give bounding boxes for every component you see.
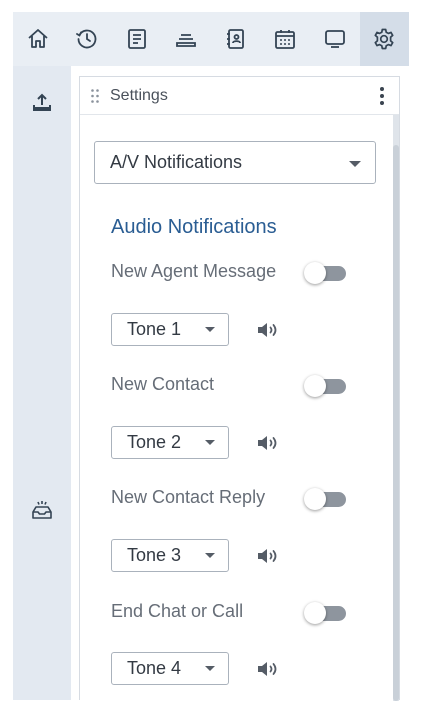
calendar-button[interactable] — [261, 12, 311, 66]
chevron-down-icon — [205, 440, 215, 445]
new-agent-message-toggle[interactable] — [304, 262, 346, 284]
document-icon — [127, 29, 146, 49]
left-rail — [13, 66, 71, 700]
tone-dropdown-value: Tone 1 — [127, 319, 182, 339]
panel-title: Settings — [110, 86, 168, 104]
upload-button[interactable] — [13, 82, 71, 122]
queue-button[interactable] — [162, 12, 212, 66]
play-tone-button[interactable] — [255, 317, 281, 343]
chevron-down-icon — [205, 327, 215, 332]
play-tone-button[interactable] — [255, 543, 281, 569]
history-icon — [76, 29, 97, 49]
contacts-button[interactable] — [211, 12, 261, 66]
tone-dropdown-value: Tone 3 — [127, 545, 182, 565]
category-dropdown-value: A/V Notifications — [110, 152, 243, 172]
tone-dropdown-value: Tone 2 — [127, 432, 182, 452]
calendar-icon — [275, 30, 296, 49]
history-button[interactable] — [63, 12, 113, 66]
speaker-icon — [258, 323, 277, 337]
speaker-icon — [258, 549, 277, 563]
more-options-icon[interactable] — [375, 85, 389, 107]
inbox-button[interactable] — [13, 490, 71, 530]
end-chat-or-call-tone-dropdown[interactable]: Tone 4 — [111, 652, 229, 685]
play-tone-button[interactable] — [255, 430, 281, 456]
settings-button[interactable] — [359, 12, 409, 66]
section-title: Audio Notifications — [111, 216, 277, 238]
new-agent-message-tone-dropdown[interactable]: Tone 1 — [111, 313, 229, 346]
new-contact-reply-tone-dropdown[interactable]: Tone 3 — [111, 539, 229, 572]
inbox-tray-icon — [176, 34, 197, 47]
settings-panel: Settings A/V Notifications Audio Notific… — [79, 76, 400, 701]
inbox-icon — [32, 501, 52, 519]
home-icon — [28, 29, 48, 48]
speaker-icon — [258, 436, 277, 450]
scrollbar-thumb[interactable] — [393, 145, 399, 701]
speaker-icon — [258, 662, 277, 676]
chevron-down-icon — [349, 161, 361, 167]
category-dropdown[interactable]: A/V Notifications — [94, 141, 376, 184]
tone-dropdown-value: Tone 4 — [127, 658, 182, 678]
notification-label: End Chat or Call — [111, 601, 244, 621]
home-button[interactable] — [13, 12, 63, 66]
upload-icon — [33, 93, 51, 111]
drag-handle-icon[interactable] — [80, 88, 110, 104]
panel-scrollbar[interactable] — [393, 115, 399, 701]
top-toolbar — [13, 12, 409, 66]
document-button[interactable] — [112, 12, 162, 66]
gear-icon — [374, 28, 394, 50]
notification-label: New Agent Message — [111, 261, 277, 281]
play-tone-button[interactable] — [255, 656, 281, 682]
notification-label: New Contact Reply — [111, 487, 266, 507]
new-contact-tone-dropdown[interactable]: Tone 2 — [111, 426, 229, 459]
chevron-down-icon — [205, 553, 215, 558]
panel-header: Settings — [80, 77, 399, 115]
address-book-icon — [226, 29, 244, 49]
new-contact-toggle[interactable] — [304, 375, 346, 397]
monitor-icon — [324, 30, 345, 48]
chevron-down-icon — [205, 666, 215, 671]
end-chat-or-call-toggle[interactable] — [304, 602, 346, 624]
new-contact-reply-toggle[interactable] — [304, 488, 346, 510]
screen-button[interactable] — [310, 12, 360, 66]
notification-label: New Contact — [111, 374, 215, 394]
